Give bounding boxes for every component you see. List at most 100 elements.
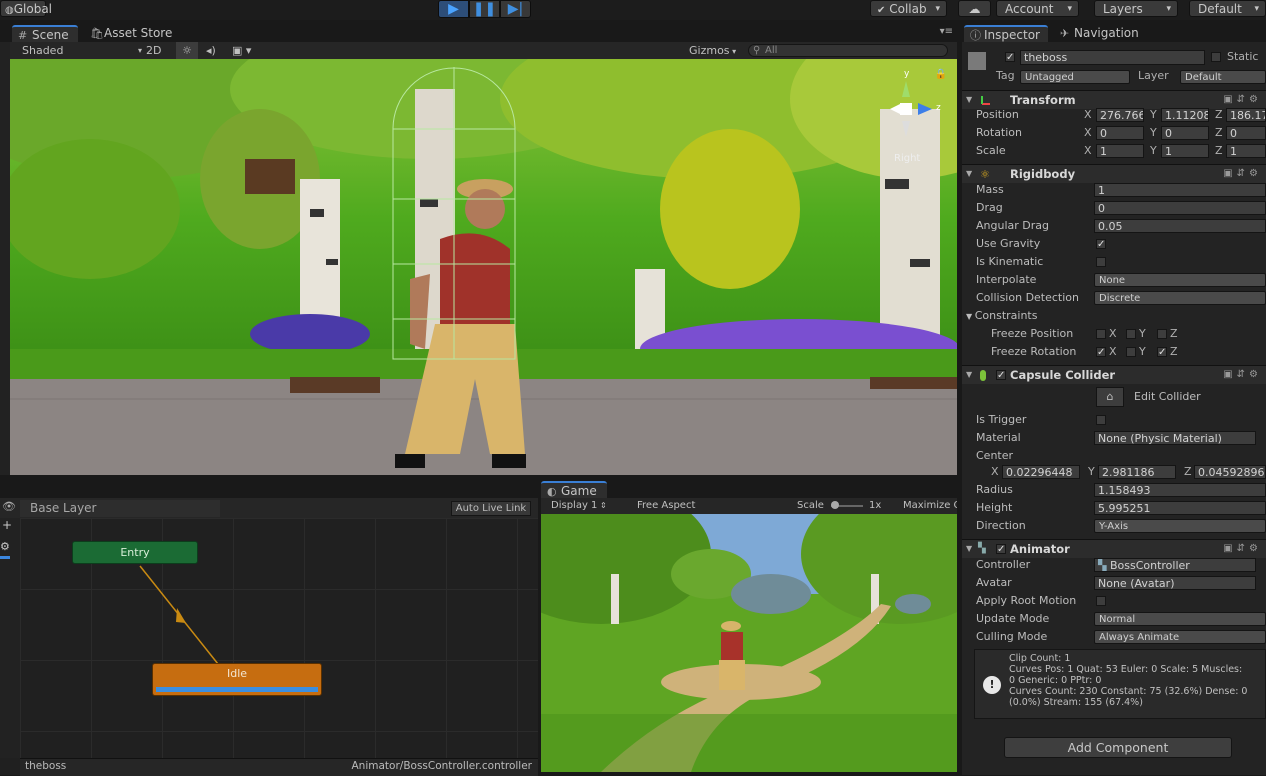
apply-root-motion-checkbox[interactable] <box>1096 596 1106 606</box>
scale-x-field[interactable]: 1 <box>1096 144 1144 158</box>
effects-dropdown[interactable]: ▣ ▾ <box>232 42 262 59</box>
inspector-panel: ✓ theboss Static Tag Untagged Layer Defa… <box>962 42 1266 775</box>
scale-slider[interactable]: Scale 1x <box>797 498 897 514</box>
animator-graph[interactable]: Entry Idle <box>20 518 538 758</box>
center-y-field[interactable]: 2.981186 <box>1098 465 1176 479</box>
freeze-rot-x-checkbox[interactable]: ✓ <box>1096 347 1106 358</box>
avatar-field[interactable]: None (Avatar) <box>1094 576 1256 590</box>
layers-dropdown[interactable]: Layers ▾ <box>1094 0 1178 17</box>
component-settings-icon[interactable]: ▣⇵⚙ <box>1223 94 1262 105</box>
play-button[interactable]: ▶ <box>438 0 469 18</box>
freeze-pos-x-checkbox[interactable] <box>1096 329 1106 339</box>
component-settings-icon[interactable]: ▣⇵⚙ <box>1223 369 1262 380</box>
culling-mode-dropdown[interactable]: Always Animate <box>1094 630 1266 644</box>
static-checkbox[interactable] <box>1211 52 1221 62</box>
is-trigger-checkbox[interactable] <box>1096 415 1106 425</box>
slider-thumb[interactable] <box>831 501 839 509</box>
layer-dropdown[interactable]: Default <box>1180 70 1266 84</box>
cloud-button[interactable]: ☁ <box>958 0 991 17</box>
step-button[interactable]: ▶| <box>500 0 531 18</box>
layout-dropdown[interactable]: Default ▾ <box>1189 0 1266 17</box>
drag-field[interactable]: 0 <box>1094 201 1266 215</box>
object-name-field[interactable]: theboss <box>1020 50 1205 65</box>
aspect-dropdown[interactable]: Free Aspect <box>637 498 787 514</box>
mass-field[interactable]: 1 <box>1094 183 1266 197</box>
collapse-icon: ▼ <box>966 544 973 553</box>
lock-icon[interactable]: 🔒 <box>935 69 947 80</box>
material-field[interactable]: None (Physic Material) <box>1094 431 1256 445</box>
center-x-field[interactable]: 0.02296448 <box>1002 465 1080 479</box>
account-dropdown[interactable]: Account ▾ <box>996 0 1079 17</box>
scale-z-field[interactable]: 1 <box>1226 144 1266 158</box>
gizmos-dropdown[interactable]: Gizmos ▾ <box>689 42 739 59</box>
check-icon: ✔ <box>877 5 886 16</box>
add-component-button[interactable]: Add Component <box>1004 737 1232 758</box>
collapse-icon: ▼ <box>966 370 973 379</box>
freeze-pos-y-checkbox[interactable] <box>1126 329 1136 339</box>
animator-enabled-checkbox[interactable]: ✓ <box>996 544 1006 555</box>
collab-button[interactable]: ✔ Collab ▾ <box>870 0 947 17</box>
entry-state[interactable]: Entry <box>72 541 198 564</box>
center-z-field[interactable]: 0.04592896 <box>1194 465 1266 479</box>
tab-asset-store[interactable]: 🛍 Asset Store <box>84 25 180 42</box>
collision-detection-dropdown[interactable]: Discrete <box>1094 291 1266 305</box>
freeze-rot-z-checkbox[interactable]: ✓ <box>1157 347 1167 358</box>
game-viewport[interactable] <box>541 514 957 772</box>
rotation-z-field[interactable]: 0 <box>1226 126 1266 140</box>
freeze-pos-z-checkbox[interactable] <box>1157 329 1167 339</box>
scene-viewport[interactable]: y z Right 🔒 <box>10 59 957 475</box>
orientation-gizmo[interactable]: y z Right <box>878 69 948 169</box>
constraints-foldout[interactable]: ▼ Constraints <box>966 307 1037 324</box>
dropdown-arrow-icon: ▾ <box>137 46 142 55</box>
maximize-on-play-toggle[interactable]: Maximize O <box>903 498 957 514</box>
controller-field[interactable]: ▚ BossController <box>1094 558 1256 572</box>
tab-scene[interactable]: # Scene <box>12 25 78 42</box>
panel-menu-icon[interactable]: ▾≡ <box>940 26 953 37</box>
eye-icon[interactable]: 👁 <box>2 500 16 513</box>
lighting-toggle[interactable]: ☼ <box>176 42 198 59</box>
pause-button[interactable]: ❚❚ <box>469 0 500 18</box>
component-settings-icon[interactable]: ▣⇵⚙ <box>1223 543 1262 554</box>
image-icon: ▣ ▾ <box>232 44 252 57</box>
edit-collider-button[interactable]: ⌂ <box>1096 387 1124 407</box>
tab-inspector[interactable]: ⓘ Inspector <box>964 25 1048 42</box>
layer-label: Layer <box>1138 69 1169 82</box>
tag-dropdown[interactable]: Untagged <box>1020 70 1130 84</box>
tab-navigation[interactable]: ✈ Navigation <box>1054 25 1154 42</box>
tab-game[interactable]: ◐ Game <box>541 481 607 498</box>
angular-drag-field[interactable]: 0.05 <box>1094 219 1266 233</box>
rigidbody-header[interactable]: ▼ ⚛ Rigidbody ▣⇵⚙ <box>962 164 1266 183</box>
interpolate-dropdown[interactable]: None <box>1094 273 1266 287</box>
dropdown-arrow-icon: ⇕ <box>597 501 607 510</box>
idle-state[interactable]: Idle <box>152 663 322 696</box>
active-checkbox[interactable]: ✓ <box>1005 52 1015 63</box>
audio-toggle[interactable]: ◂) <box>206 42 222 59</box>
scale-y-field[interactable]: 1 <box>1161 144 1209 158</box>
toggle-2d-button[interactable]: 2D <box>146 42 164 59</box>
cube-icon <box>968 52 986 70</box>
dropdown-arrow-icon: ▾ <box>729 47 737 56</box>
rotation-x-field[interactable]: 0 <box>1096 126 1144 140</box>
capsule-collider-header[interactable]: ▼ ✓ Capsule Collider ▣⇵⚙ <box>962 365 1266 384</box>
shading-mode-dropdown[interactable]: Shaded ▾ <box>22 42 142 59</box>
update-mode-dropdown[interactable]: Normal <box>1094 612 1266 626</box>
direction-dropdown[interactable]: Y-Axis <box>1094 519 1266 533</box>
height-field[interactable]: 5.995251 <box>1094 501 1266 515</box>
radius-field[interactable]: 1.158493 <box>1094 483 1266 497</box>
auto-live-link-button[interactable]: Auto Live Link <box>451 501 531 516</box>
base-layer-breadcrumb[interactable]: Base Layer <box>20 500 220 517</box>
display-dropdown[interactable]: Display 1 ⇕ <box>551 498 621 514</box>
position-x-field[interactable]: 276.766 <box>1096 108 1144 122</box>
use-gravity-checkbox[interactable]: ✓ <box>1096 239 1106 250</box>
freeze-rot-y-checkbox[interactable] <box>1126 347 1136 357</box>
is-kinematic-checkbox[interactable] <box>1096 257 1106 267</box>
component-settings-icon[interactable]: ▣⇵⚙ <box>1223 168 1262 179</box>
capsule-enabled-checkbox[interactable]: ✓ <box>996 370 1006 381</box>
scene-search-input[interactable]: ⚲ All <box>748 44 948 57</box>
rotation-y-field[interactable]: 0 <box>1161 126 1209 140</box>
position-y-field[interactable]: 1.11208 <box>1161 108 1209 122</box>
position-z-field[interactable]: 186.17 <box>1226 108 1266 122</box>
add-icon[interactable]: + <box>2 518 12 532</box>
gear-icon[interactable]: ⚙ <box>0 540 10 553</box>
pivot-global-button[interactable]: ◍Global <box>0 0 52 17</box>
